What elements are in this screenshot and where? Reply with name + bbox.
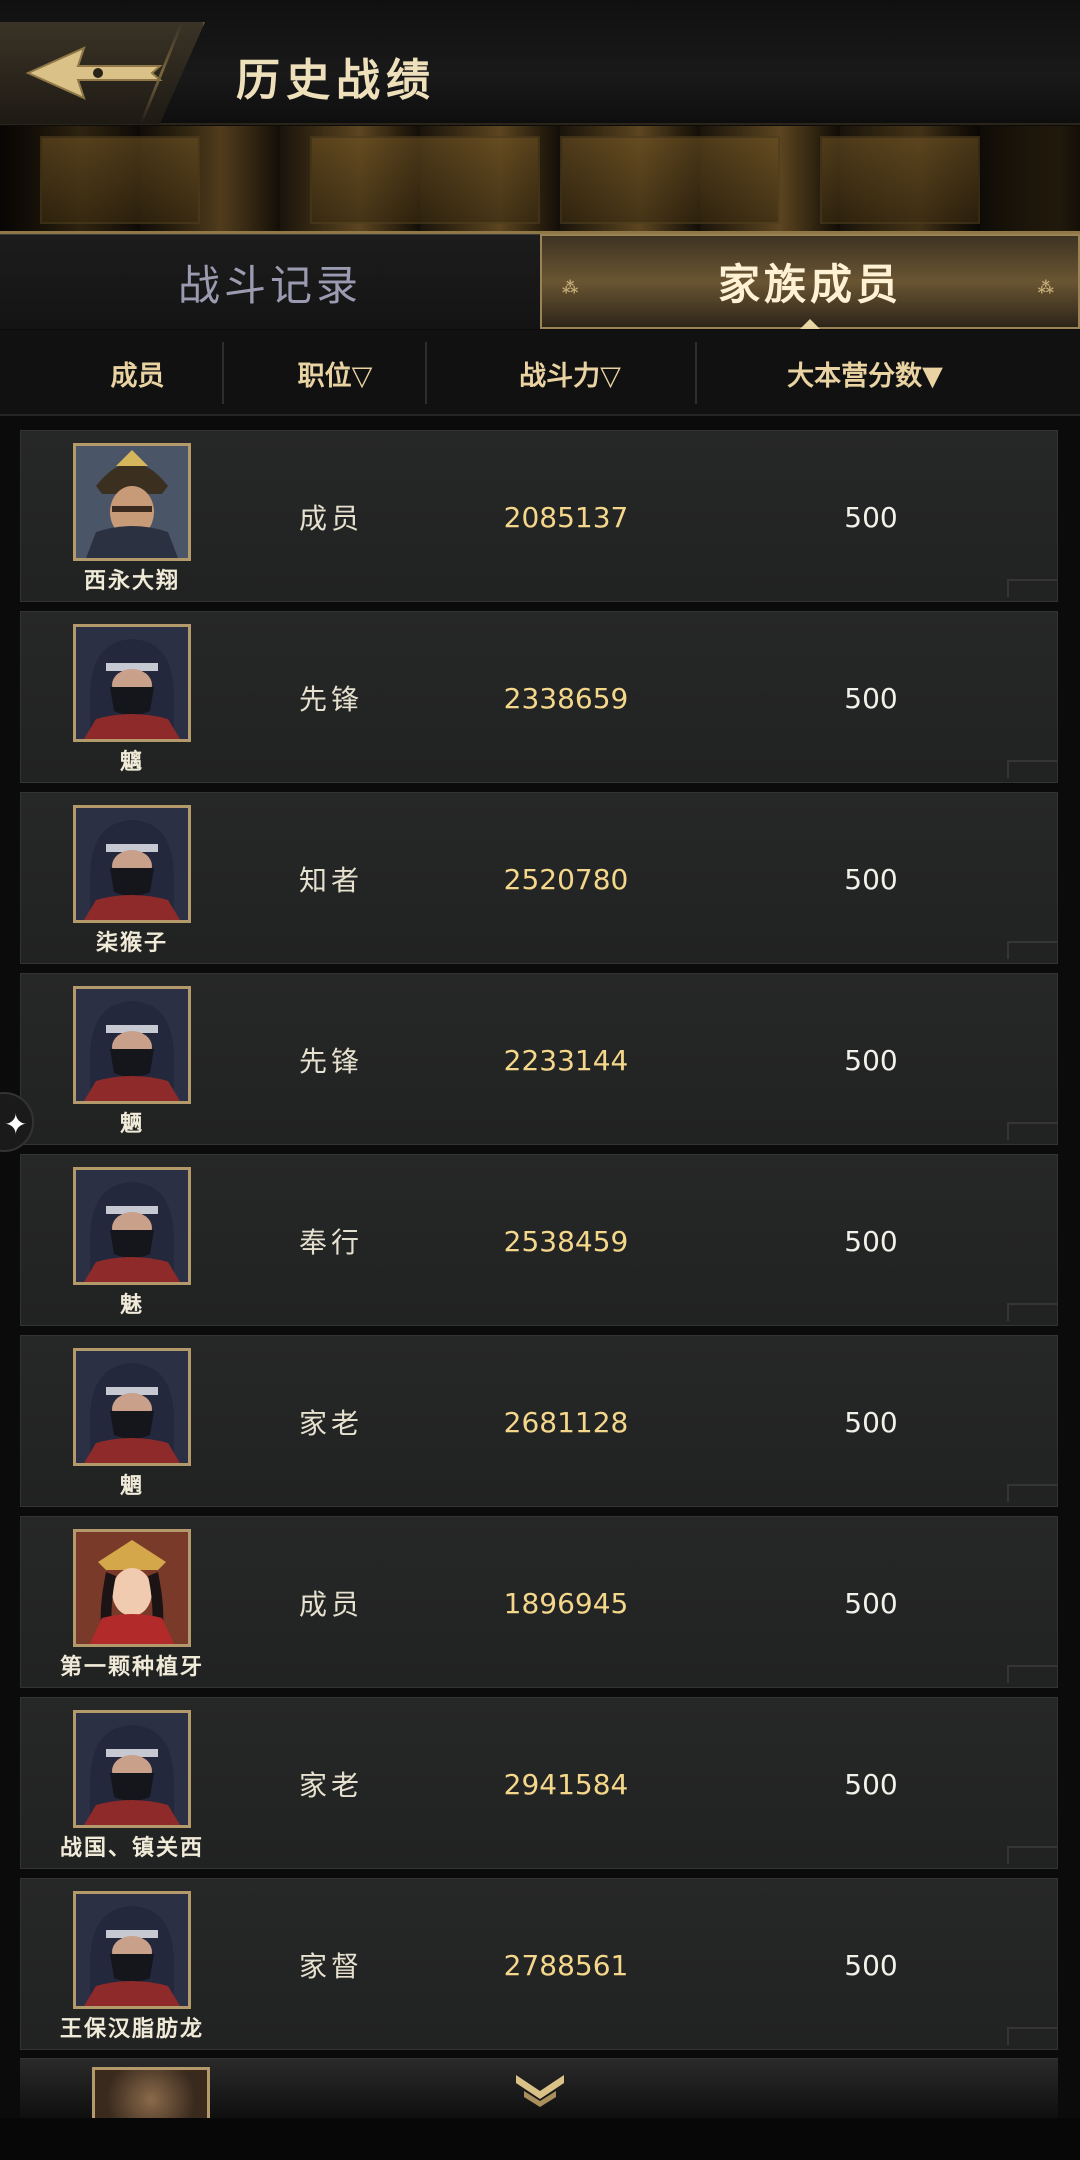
member-power: 2520780 xyxy=(503,862,629,896)
avatar[interactable] xyxy=(73,1167,191,1285)
ornament-icon: ⁂ xyxy=(1037,278,1058,297)
ornament-icon: ⁂ xyxy=(562,278,583,297)
column-header: 成员 职位▽ 战斗力▽ 大本营分数▼ xyxy=(0,330,1080,416)
member-role: 家老 xyxy=(298,1769,363,1802)
avatar xyxy=(92,2067,210,2119)
column-divider xyxy=(695,342,697,404)
member-score: 500 xyxy=(844,1405,898,1439)
corner-ornament xyxy=(1007,1665,1057,1683)
tab-label: 家族成员 xyxy=(717,260,902,309)
member-role: 家督 xyxy=(298,1950,363,1983)
member-name: 柒猴子 xyxy=(95,931,168,956)
member-role: 先锋 xyxy=(298,683,363,716)
member-score: 500 xyxy=(844,1224,898,1258)
tab-bar: 战斗记录 ⁂ 家族成员 ⁂ xyxy=(0,234,1080,329)
member-score: 500 xyxy=(844,1586,898,1620)
table-row[interactable]: 战国、镇关西 家老 2941584 500 xyxy=(20,1697,1058,1869)
column-score-sort[interactable]: 大本营分数▼ xyxy=(700,330,1030,416)
member-role: 先锋 xyxy=(298,1045,363,1078)
member-name: 战国、镇关西 xyxy=(59,1836,204,1861)
member-power: 2338659 xyxy=(503,681,629,715)
avatar[interactable] xyxy=(73,1891,191,2009)
member-name: 魍 xyxy=(119,1474,144,1499)
avatar[interactable] xyxy=(73,1710,191,1828)
avatar[interactable] xyxy=(73,624,191,742)
corner-ornament xyxy=(1007,760,1057,778)
table-row[interactable]: 王保汉脂肪龙 家督 2788561 500 xyxy=(20,1878,1058,2050)
member-role: 知者 xyxy=(298,864,363,897)
member-power: 2681128 xyxy=(503,1405,629,1439)
table-row[interactable]: 魑 先锋 2338659 500 xyxy=(20,611,1058,783)
avatar[interactable] xyxy=(73,1348,191,1466)
member-power: 1896945 xyxy=(503,1586,629,1620)
member-name: 第一颗种植牙 xyxy=(59,1655,204,1680)
member-score: 500 xyxy=(844,1948,898,1982)
top-header: 历史战绩 xyxy=(0,0,1080,125)
table-row[interactable]: 柒猴子 知者 2520780 500 xyxy=(20,792,1058,964)
table-row[interactable]: 魅 奉行 2538459 500 xyxy=(20,1154,1058,1326)
corner-ornament xyxy=(1007,1484,1057,1502)
tab-family-members[interactable]: ⁂ 家族成员 ⁂ xyxy=(540,234,1080,329)
arrowhead-back-icon xyxy=(25,46,163,100)
member-power: 2538459 xyxy=(503,1224,629,1258)
table-row[interactable]: 魉 先锋 2233144 500 xyxy=(20,973,1058,1145)
member-role: 成员 xyxy=(298,502,363,535)
table-row[interactable]: 西永大翔 成员 2085137 500 xyxy=(20,430,1058,602)
bottom-bar xyxy=(0,2118,1080,2160)
corner-ornament xyxy=(1007,1122,1057,1140)
member-role: 奉行 xyxy=(298,1226,363,1259)
member-name: 王保汉脂肪龙 xyxy=(59,2017,204,2042)
member-score: 500 xyxy=(844,1043,898,1077)
column-role-sort[interactable]: 职位▽ xyxy=(240,330,430,416)
member-role: 家老 xyxy=(298,1407,363,1440)
tab-battle-record[interactable]: 战斗记录 xyxy=(0,234,540,329)
decorative-banner xyxy=(0,126,1080,234)
corner-ornament xyxy=(1007,2027,1057,2045)
table-row[interactable]: 第一颗种植牙 成员 1896945 500 xyxy=(20,1516,1058,1688)
sparkle-icon: ✦ xyxy=(4,1108,28,1141)
member-power: 2941584 xyxy=(503,1767,629,1801)
member-name: 魑 xyxy=(119,750,144,775)
avatar[interactable] xyxy=(73,1529,191,1647)
member-list[interactable]: 西永大翔 成员 2085137 500 魑先锋 2338659 500 柒猴子 知者 252078… xyxy=(0,416,1080,2116)
active-tab-caret-icon xyxy=(800,319,820,329)
member-name: 魅 xyxy=(119,1293,144,1318)
scroll-more[interactable] xyxy=(20,2058,1058,2119)
column-member: 成员 xyxy=(110,360,165,392)
member-score: 500 xyxy=(844,862,898,896)
member-score: 500 xyxy=(844,500,898,534)
page-title: 历史战绩 xyxy=(236,55,436,106)
avatar[interactable] xyxy=(73,986,191,1104)
member-power: 2788561 xyxy=(503,1948,629,1982)
member-score: 500 xyxy=(844,681,898,715)
member-name: 西永大翔 xyxy=(83,569,180,594)
corner-ornament xyxy=(1007,1303,1057,1321)
avatar[interactable] xyxy=(73,443,191,561)
chevron-down-icon xyxy=(516,2075,564,2107)
table-row[interactable]: 魍 家老 2681128 500 xyxy=(20,1335,1058,1507)
member-power: 2085137 xyxy=(503,500,629,534)
member-power: 2233144 xyxy=(503,1043,629,1077)
corner-ornament xyxy=(1007,1846,1057,1864)
corner-ornament xyxy=(1007,579,1057,597)
member-role: 成员 xyxy=(298,1588,363,1621)
member-name: 魉 xyxy=(119,1112,144,1137)
member-score: 500 xyxy=(844,1767,898,1801)
column-power-sort[interactable]: 战斗力▽ xyxy=(430,330,710,416)
corner-ornament xyxy=(1007,941,1057,959)
avatar[interactable] xyxy=(73,805,191,923)
column-divider xyxy=(425,342,427,404)
tab-label: 战斗记录 xyxy=(177,260,362,310)
column-divider xyxy=(222,342,224,404)
